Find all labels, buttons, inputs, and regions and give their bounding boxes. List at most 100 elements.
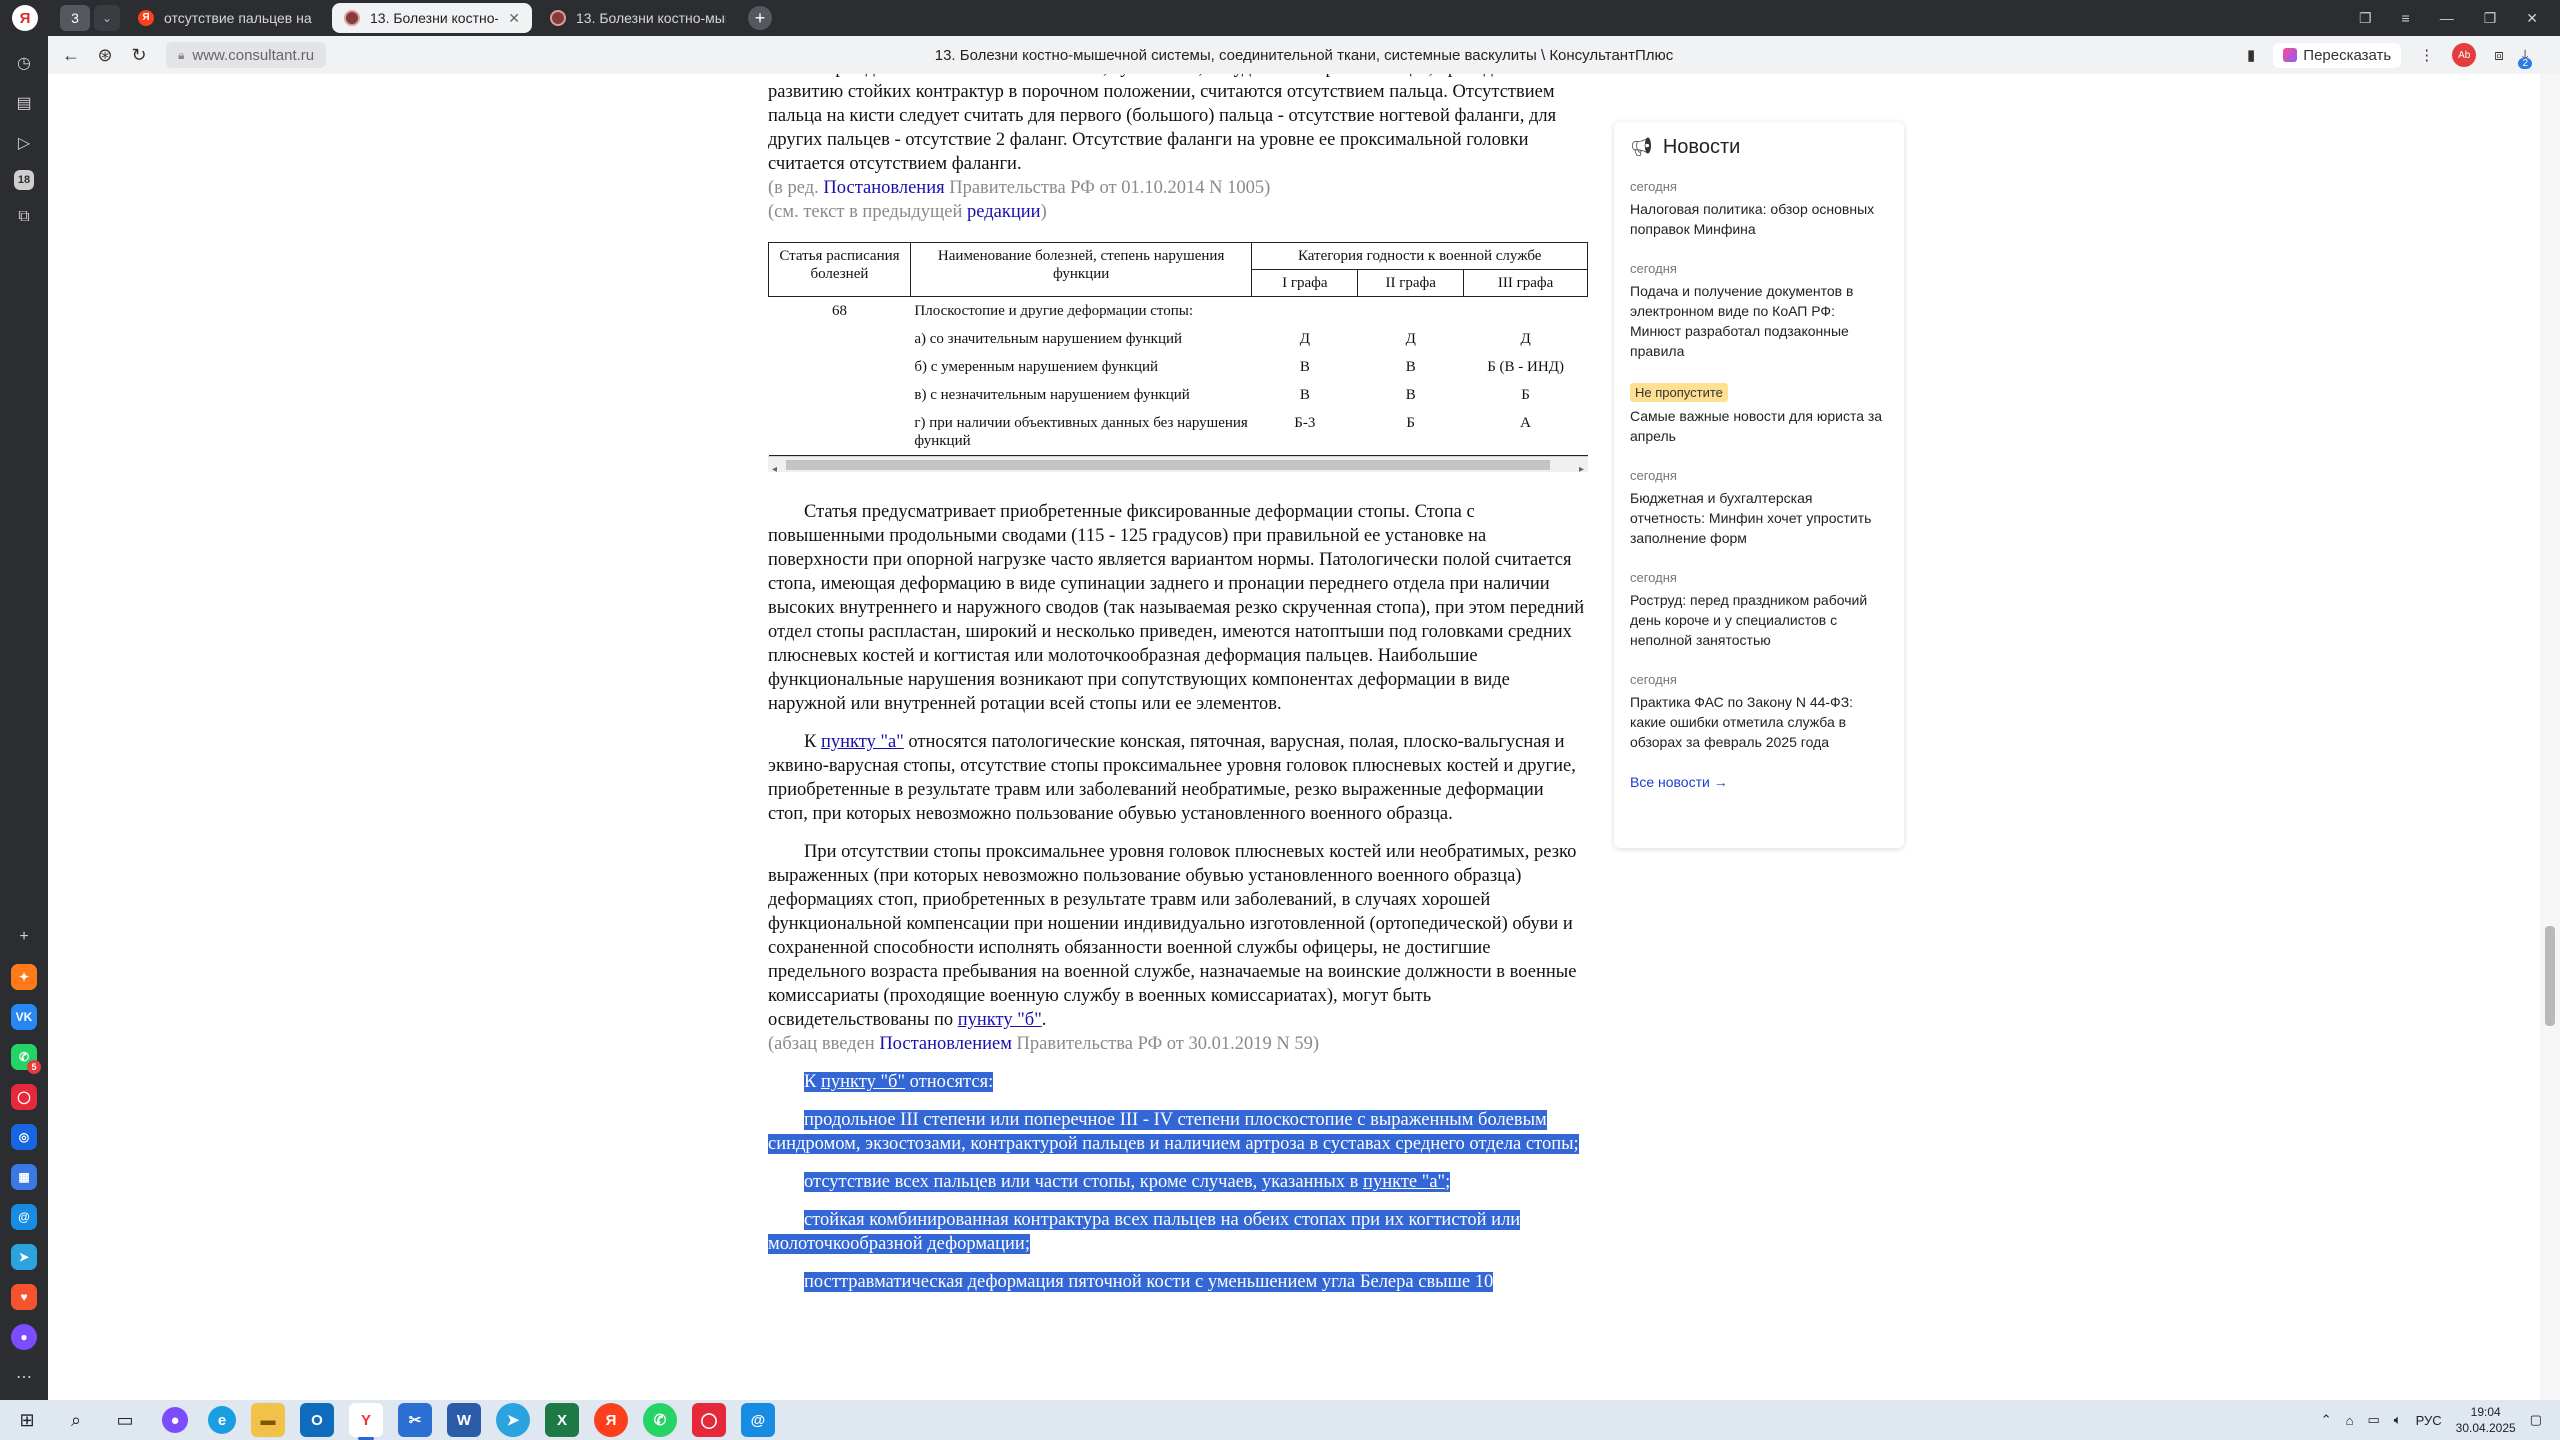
news-title[interactable]: Бюджетная и бухгалтерская отчетность: Ми…: [1630, 488, 1888, 548]
tab-consultant-2[interactable]: 13. Болезни костно-мыш: [538, 3, 738, 33]
downloads-icon[interactable]: ⤓2: [2518, 47, 2542, 69]
protect-icon[interactable]: ⊛: [88, 45, 122, 66]
windows-taskbar: ⊞ ⌕ ▭ ● e ▬ O Y ✂ W ➤ X Я ✆ ◯ @ ⌃ ⌂ ▭ 🔈︎…: [0, 1400, 2560, 1440]
extensions-icon[interactable]: ⧈: [2494, 47, 2504, 64]
kebab-menu-icon[interactable]: ⋮: [2419, 46, 2434, 64]
red-ring-app-icon[interactable]: ◯: [11, 1084, 37, 1110]
retell-icon: [2283, 48, 2298, 62]
tab-group-counter[interactable]: 3: [60, 5, 90, 31]
news-title[interactable]: Налоговая политика: обзор основных попра…: [1630, 199, 1888, 239]
notifications-icon[interactable]: ▢: [2530, 1412, 2542, 1428]
news-item[interactable]: сегодня Подача и получение документов в …: [1630, 261, 1888, 361]
edge-icon[interactable]: e: [208, 1406, 236, 1434]
telegram-icon[interactable]: ➤: [11, 1244, 37, 1270]
reload-icon[interactable]: ↻: [122, 45, 156, 66]
new-tab-plus-icon[interactable]: +: [748, 6, 772, 30]
network-icon[interactable]: ⌂: [2346, 1413, 2354, 1428]
more-icon[interactable]: ⋯: [11, 1364, 37, 1390]
snipping-tool-icon[interactable]: ✂: [398, 1403, 432, 1437]
bookmark-icon[interactable]: ▮: [2247, 46, 2255, 64]
screenshot-icon[interactable]: ⧉: [11, 204, 37, 230]
file-explorer-icon[interactable]: ▬: [251, 1403, 285, 1437]
blue-ring-app-icon[interactable]: ◎: [11, 1124, 37, 1150]
mail-icon[interactable]: @: [11, 1204, 37, 1230]
scroll-thumb[interactable]: [786, 460, 1550, 470]
minimize-icon[interactable]: —: [2440, 10, 2454, 27]
retell-button[interactable]: Пересказать: [2273, 42, 2402, 68]
table-cell: Б: [1357, 409, 1464, 456]
news-title[interactable]: Самые важные новости для юриста за апрел…: [1630, 406, 1888, 446]
news-item[interactable]: сегодня Бюджетная и бухгалтерская отчетн…: [1630, 468, 1888, 548]
vk-icon[interactable]: VK: [11, 1004, 37, 1030]
close-window-icon[interactable]: ✕: [2526, 10, 2538, 27]
chevron-down-icon[interactable]: ⌄: [94, 5, 120, 31]
whatsapp-icon[interactable]: ✆ 5: [11, 1044, 41, 1074]
volume-icon[interactable]: 🔈︎: [2394, 1412, 2402, 1428]
back-arrow-icon[interactable]: ←: [54, 45, 88, 66]
restore-icon[interactable]: ❐: [2484, 10, 2497, 27]
whatsapp-taskbar-icon[interactable]: ✆: [643, 1403, 677, 1437]
language-indicator[interactable]: РУС: [2416, 1413, 2442, 1428]
news-title[interactable]: Подача и получение документов в электрон…: [1630, 281, 1888, 361]
table-cell: В: [1299, 359, 1310, 375]
news-title[interactable]: Роструд: перед праздником рабочий день к…: [1630, 590, 1888, 650]
all-news-link[interactable]: Все новости →: [1630, 774, 1888, 790]
windows-start-icon[interactable]: ⊞: [10, 1403, 44, 1437]
tiles-app-icon[interactable]: ▦: [11, 1164, 37, 1190]
close-icon[interactable]: ✕: [508, 10, 520, 27]
excel-icon[interactable]: X: [545, 1403, 579, 1437]
mail-taskbar-icon[interactable]: @: [741, 1403, 775, 1437]
telegram-taskbar-icon[interactable]: ➤: [496, 1403, 530, 1437]
selected-paragraph: К пункту "б" относятся:: [804, 1072, 994, 1092]
clock-time: 19:04: [2470, 1405, 2501, 1419]
add-panel-plus-icon[interactable]: +: [11, 924, 37, 950]
link-punkt-b[interactable]: пункту "б": [958, 1010, 1042, 1030]
news-item[interactable]: сегодня Налоговая политика: обзор основн…: [1630, 179, 1888, 239]
table-horizontal-scrollbar[interactable]: ◂ ▸: [768, 456, 1588, 475]
outlook-icon[interactable]: O: [300, 1403, 334, 1437]
red-ring-taskbar-icon[interactable]: ◯: [692, 1403, 726, 1437]
news-item[interactable]: Не пропустите Самые важные новости для ю…: [1630, 383, 1888, 446]
url-field[interactable]: 🔒︎ www.consultant.ru: [166, 42, 327, 68]
profile-avatar[interactable]: Ab: [2452, 43, 2477, 67]
document-body: Повреждения или заболевания костей, сухо…: [768, 74, 1588, 1308]
scroll-left-icon[interactable]: ◂: [772, 458, 777, 482]
tab-yandex-search[interactable]: Я отсутствие пальцев на н: [126, 3, 326, 33]
news-item[interactable]: сегодня Роструд: перед праздником рабочи…: [1630, 570, 1888, 650]
alice-icon[interactable]: ●: [11, 1324, 37, 1350]
scroll-thumb[interactable]: [2545, 926, 2555, 1026]
link-punkt-b[interactable]: пункту "б": [821, 1072, 905, 1092]
task-view-icon[interactable]: ▭: [108, 1403, 142, 1437]
link-punkt-a[interactable]: пункте "а": [1363, 1172, 1445, 1192]
calendar-icon[interactable]: 18: [14, 170, 34, 190]
table-cell: Б (В - ИНД): [1487, 359, 1564, 375]
news-item[interactable]: сегодня Практика ФАС по Закону N 44-ФЗ: …: [1630, 672, 1888, 752]
history-icon[interactable]: ◷: [11, 50, 37, 76]
clock[interactable]: 19:04 30.04.2025: [2456, 1404, 2516, 1436]
note-link[interactable]: Постановления: [823, 178, 944, 198]
news-title[interactable]: Практика ФАС по Закону N 44-ФЗ: какие ош…: [1630, 692, 1888, 752]
menu-icon[interactable]: ≡: [2402, 10, 2410, 27]
tabs-overview-icon[interactable]: ❐: [2359, 10, 2372, 27]
table-header: Статья расписания болезней: [768, 242, 911, 297]
display-icon[interactable]: ▭: [2367, 1412, 2379, 1428]
note-link[interactable]: Постановлением: [879, 1034, 1012, 1054]
yandex-taskbar-icon[interactable]: Я: [594, 1403, 628, 1437]
yandex-browser-logo-icon[interactable]: Я: [12, 5, 38, 31]
yandex-browser-taskbar-icon[interactable]: Y: [349, 1403, 383, 1440]
scroll-right-icon[interactable]: ▸: [1579, 458, 1584, 482]
chevron-up-icon[interactable]: ⌃: [2321, 1412, 2332, 1428]
page-vertical-scrollbar[interactable]: [2540, 74, 2560, 1400]
play-icon[interactable]: ▷: [11, 130, 37, 156]
word-icon[interactable]: W: [447, 1403, 481, 1437]
note-link[interactable]: редакции: [967, 202, 1041, 222]
table-header: I графа: [1251, 269, 1359, 297]
heart-app-icon[interactable]: ♥: [11, 1284, 37, 1310]
link-punkt-a[interactable]: пункту "а": [821, 732, 904, 752]
alice-taskbar-icon[interactable]: ●: [162, 1407, 188, 1433]
table-cell: Б: [1521, 387, 1530, 403]
app-orange-icon[interactable]: ✦: [11, 964, 37, 990]
tab-consultant-active[interactable]: 13. Болезни костно-мы ✕: [332, 3, 532, 33]
search-icon[interactable]: ⌕: [59, 1403, 93, 1437]
collections-icon[interactable]: ▤: [11, 90, 37, 116]
